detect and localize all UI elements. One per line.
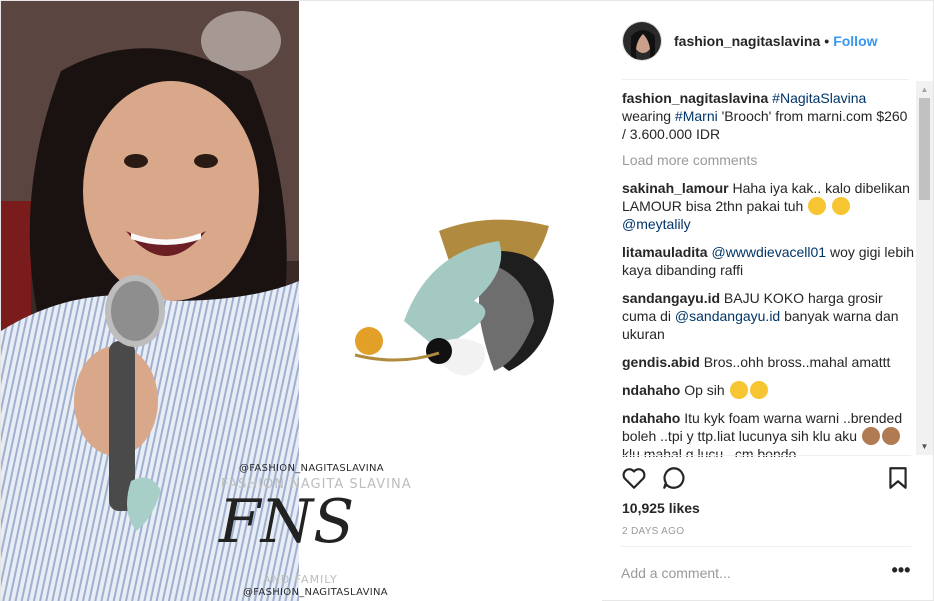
tears-of-joy-emoji-icon [729, 381, 748, 399]
post-header: fashion_nagitaslavina • Follow [622, 17, 912, 65]
comment-mention[interactable]: @meytalily [622, 216, 691, 232]
comment-username[interactable]: gendis.abid [622, 354, 700, 370]
brooch-product-image: @FASHION_NAGITASLAVINA FASHION NAGITA SL… [219, 1, 602, 601]
header-divider [622, 79, 909, 80]
watermark-logo: FNS [219, 487, 355, 557]
scroll-up-arrow-icon[interactable]: ▲ [916, 81, 933, 98]
comments-scrollbar[interactable]: ▲ ▼ [916, 81, 933, 455]
scrollbar-thumb[interactable] [919, 98, 930, 200]
comment-username[interactable]: sakinah_lamour [622, 180, 729, 196]
caption-text-1: wearing [622, 108, 675, 124]
owner-username[interactable]: fashion_nagitaslavina [674, 33, 820, 49]
instagram-post: @FASHION_NAGITASLAVINA FASHION NAGITA SL… [0, 0, 934, 601]
bookmark-icon[interactable] [885, 465, 913, 493]
comment-username[interactable]: ndahaho [622, 410, 680, 426]
rofl-emoji-icon [749, 381, 768, 399]
avatar[interactable] [622, 21, 662, 61]
comment-text: Bros..ohh bross..mahal amattt [703, 354, 891, 370]
follow-button[interactable]: Follow [833, 33, 877, 49]
see-no-evil-monkey-icon [861, 427, 880, 445]
heart-icon[interactable] [621, 465, 649, 493]
more-options-icon[interactable]: ••• [889, 561, 913, 583]
comment-item: litamauladita @wwwdievacell01 woy gigi l… [622, 243, 914, 279]
comment-username[interactable]: sandangayu.id [622, 290, 720, 306]
comment-item: gendis.abid Bros..ohh bross..mahal amatt… [622, 353, 914, 371]
comments-list[interactable]: fashion_nagitaslavina #NagitaSlavina wea… [622, 89, 914, 457]
comment-icon[interactable] [661, 465, 689, 493]
comment-item: ndahaho Itu kyk foam warna warni ..brend… [622, 409, 914, 457]
post-caption: fashion_nagitaslavina #NagitaSlavina wea… [622, 89, 914, 143]
watermark-handle-bottom: @FASHION_NAGITASLAVINA [243, 587, 388, 598]
comment-item: sakinah_lamour Haha iya kak.. kalo dibel… [622, 179, 914, 233]
kissing-emoji-icon [832, 197, 851, 215]
likes-count[interactable]: 10,925 likes [622, 500, 700, 516]
watermark-handle-top: @FASHION_NAGITASLAVINA [239, 463, 384, 474]
comment-username[interactable]: ndahaho [622, 382, 680, 398]
grinning-sweat-emoji-icon [808, 197, 827, 215]
header-separator: • [824, 33, 830, 49]
watermark-sub: AND FAMILY [263, 573, 338, 586]
comment-username[interactable]: litamauladita [622, 244, 708, 260]
comment-box-divider [621, 546, 911, 547]
comment-mention[interactable]: @wwwdievacell01 [711, 244, 826, 260]
comment-item: ndahaho Op sih [622, 381, 914, 399]
post-image[interactable]: @FASHION_NAGITASLAVINA FASHION NAGITA SL… [1, 1, 602, 601]
caption-username[interactable]: fashion_nagitaslavina [622, 90, 768, 106]
hashtag-nagitaslavina[interactable]: #NagitaSlavina [772, 90, 866, 106]
actions-divider [621, 455, 911, 456]
post-age[interactable]: 2 DAYS AGO [622, 526, 684, 537]
comment-text: Op sih [684, 382, 725, 398]
load-more-comments-button[interactable]: Load more comments [622, 151, 914, 169]
hashtag-marni[interactable]: #Marni [675, 108, 718, 124]
scroll-down-arrow-icon[interactable]: ▼ [916, 438, 933, 455]
comment-item: sandangayu.id BAJU KOKO harga grosir cum… [622, 289, 914, 343]
see-no-evil-monkey-icon [881, 427, 900, 445]
post-actions [621, 465, 911, 493]
add-comment-input[interactable] [621, 561, 871, 585]
comment-mention[interactable]: @sandangayu.id [675, 308, 780, 324]
